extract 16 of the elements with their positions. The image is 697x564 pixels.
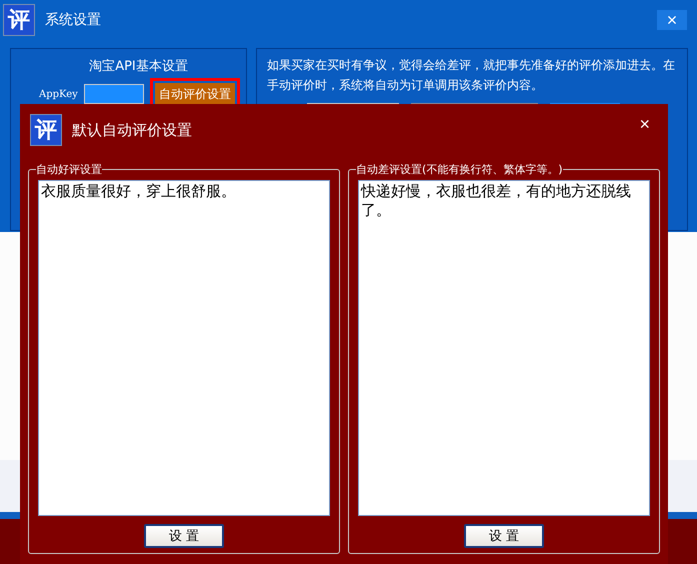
group-label: 自动差评设置(不能有换行符、繁体字等。) — [356, 162, 563, 177]
window-title: 系统设置 — [45, 11, 102, 29]
text-area[interactable]: 衣服质量很好，穿上很舒服。 — [38, 180, 330, 516]
input-field[interactable] — [84, 84, 144, 104]
close-button[interactable]: × — [657, 10, 687, 30]
info-text: 如果买家在买时有争议，觉得会给差评，就把事先准备好的评价添加进去。在手动评价时，系统将自动为订单调用该条评价内容。 — [267, 57, 676, 94]
set-button[interactable]: 设 置 — [144, 524, 224, 548]
group-label: 自动好评设置 — [36, 162, 102, 177]
text-area[interactable]: 快递好慢，衣服也很差，有的地方还脱线了。 — [358, 180, 650, 516]
app-icon: 评 — [3, 4, 35, 36]
dialog-title: 默认自动评价设置 — [72, 120, 193, 140]
close-button[interactable]: × — [639, 114, 650, 135]
field-label: AppKey — [39, 88, 78, 100]
app-icon: 评 — [30, 114, 62, 146]
panel-title: 淘宝API基本设置 — [88, 58, 189, 75]
set-button[interactable]: 设 置 — [464, 524, 544, 548]
